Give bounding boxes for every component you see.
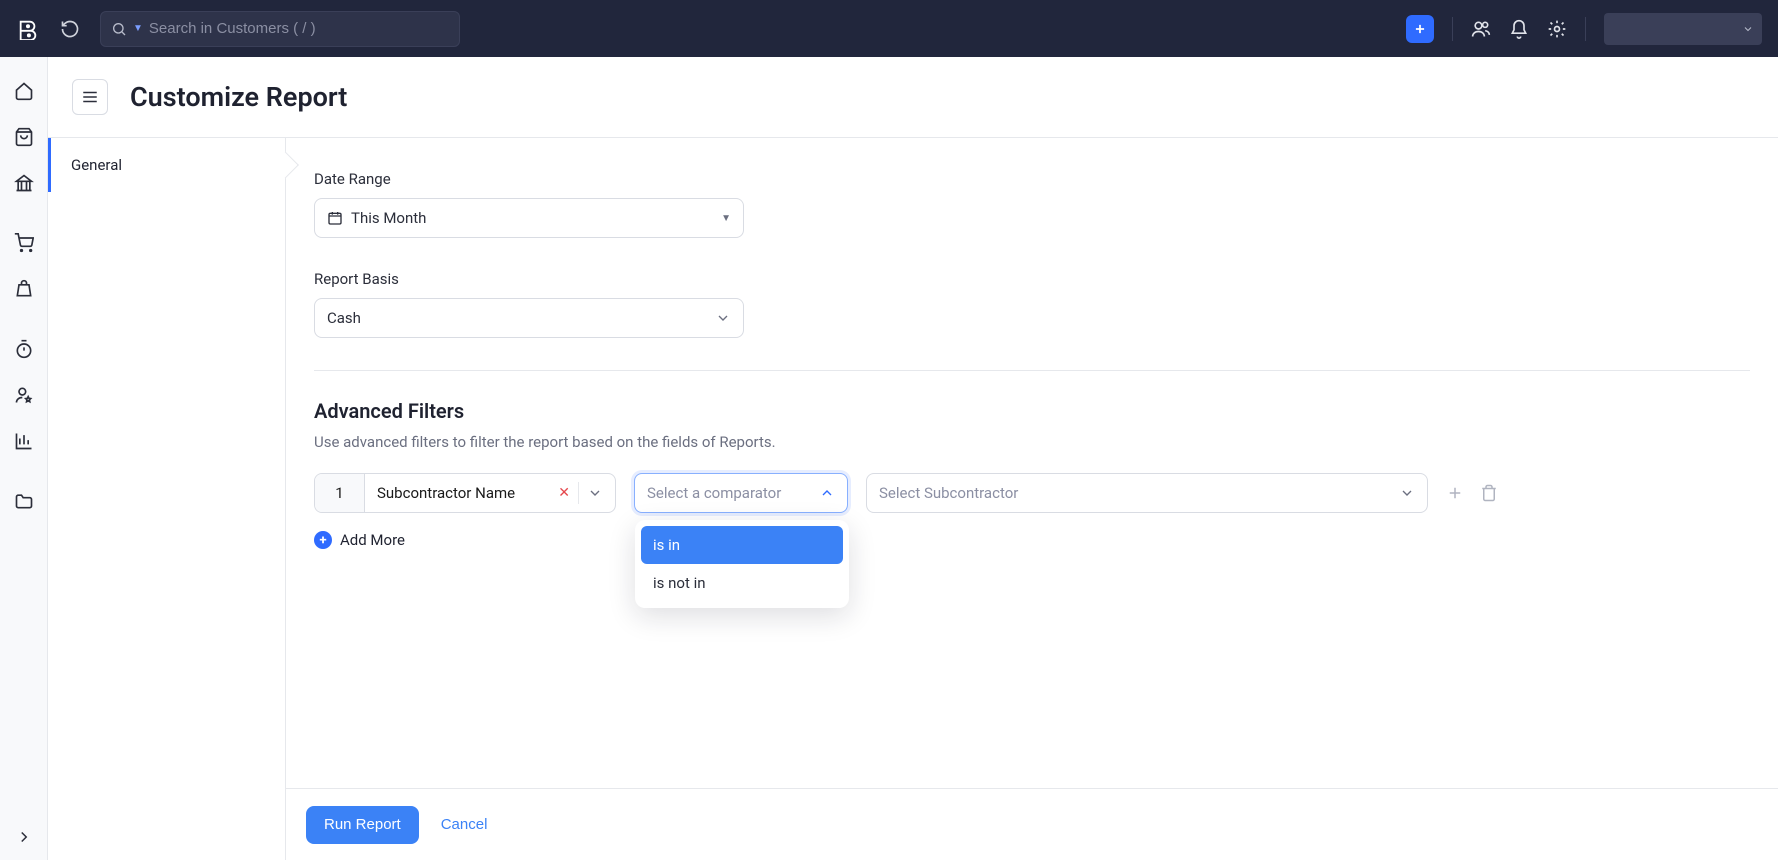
- menu-toggle-button[interactable]: [72, 79, 108, 115]
- filter-index: 1: [315, 474, 365, 512]
- chevron-down-icon[interactable]: [587, 485, 603, 501]
- calendar-icon: [327, 210, 343, 226]
- quick-create-button[interactable]: [1406, 15, 1434, 43]
- comparator-dropdown: is in is not in: [635, 520, 849, 608]
- refresh-button[interactable]: [52, 11, 88, 47]
- footer-bar: Run Report Cancel: [286, 788, 1778, 860]
- filter-value-select[interactable]: Select Subcontractor: [866, 473, 1428, 513]
- filter-field-select[interactable]: 1 Subcontractor Name ✕: [314, 473, 616, 513]
- expand-rail-icon[interactable]: [15, 828, 33, 846]
- chevron-down-icon: [1399, 485, 1415, 501]
- date-range-label: Date Range: [314, 170, 1750, 188]
- date-range-select[interactable]: This Month ▼: [314, 198, 744, 238]
- filter-row: 1 Subcontractor Name ✕ Select a com: [314, 473, 1750, 513]
- cancel-button[interactable]: Cancel: [441, 816, 488, 833]
- bank-icon[interactable]: [14, 173, 34, 193]
- add-row-icon[interactable]: [1446, 484, 1464, 502]
- chevron-down-icon: [715, 310, 731, 326]
- shopping-bag-icon[interactable]: [14, 127, 34, 147]
- comparator-placeholder: Select a comparator: [647, 484, 781, 502]
- comparator-option-is-in[interactable]: is in: [641, 526, 843, 564]
- caret-down-icon: ▼: [721, 213, 731, 224]
- top-bar: ▼: [0, 0, 1778, 57]
- tab-label: General: [71, 156, 122, 174]
- content-header: Customize Report: [48, 57, 1778, 137]
- gear-icon[interactable]: [1547, 19, 1567, 39]
- search-input[interactable]: [149, 20, 449, 37]
- filter-field-value: Subcontractor Name: [377, 484, 515, 502]
- clear-field-icon[interactable]: ✕: [558, 485, 570, 501]
- chart-icon[interactable]: [14, 431, 34, 451]
- side-tabs: General: [48, 138, 286, 860]
- comparator-option-is-not-in[interactable]: is not in: [641, 564, 843, 602]
- date-range-value: This Month: [351, 209, 426, 227]
- cart-icon[interactable]: [14, 233, 34, 253]
- report-basis-select[interactable]: Cash: [314, 298, 744, 338]
- timer-icon[interactable]: [14, 339, 34, 359]
- divider: [1585, 17, 1586, 41]
- advanced-filters-hint: Use advanced filters to filter the repor…: [314, 433, 1750, 451]
- users-icon[interactable]: [1471, 19, 1491, 39]
- org-switcher[interactable]: [1604, 13, 1762, 45]
- topbar-actions: [1406, 13, 1762, 45]
- search-icon: [111, 21, 127, 37]
- add-more-label: Add More: [340, 531, 405, 549]
- comparator-select[interactable]: Select a comparator is in is not in: [634, 473, 848, 513]
- filter-value-placeholder: Select Subcontractor: [879, 484, 1018, 502]
- folder-icon[interactable]: [14, 491, 34, 511]
- page-title: Customize Report: [130, 81, 347, 113]
- chevron-up-icon: [819, 485, 835, 501]
- bell-icon[interactable]: [1509, 19, 1529, 39]
- divider: [1452, 17, 1453, 41]
- form-area: Date Range This Month ▼ Report Basis Cas…: [286, 138, 1778, 860]
- bag-icon[interactable]: [14, 279, 34, 299]
- person-star-icon[interactable]: [14, 385, 34, 405]
- search-scope-caret[interactable]: ▼: [133, 23, 143, 34]
- home-icon[interactable]: [14, 81, 34, 101]
- report-basis-label: Report Basis: [314, 270, 1750, 288]
- plus-circle-icon: +: [314, 531, 332, 549]
- report-basis-value: Cash: [327, 309, 361, 327]
- divider: [314, 370, 1750, 371]
- run-report-button[interactable]: Run Report: [306, 806, 419, 844]
- nav-rail: [0, 57, 48, 860]
- add-more-button[interactable]: + Add More: [314, 531, 1750, 549]
- delete-row-icon[interactable]: [1480, 484, 1498, 502]
- advanced-filters-title: Advanced Filters: [314, 399, 1750, 423]
- app-logo[interactable]: [16, 17, 40, 41]
- divider: [578, 482, 579, 504]
- filter-row-actions: [1446, 484, 1498, 502]
- tab-general[interactable]: General: [48, 138, 285, 192]
- global-search[interactable]: ▼: [100, 11, 460, 47]
